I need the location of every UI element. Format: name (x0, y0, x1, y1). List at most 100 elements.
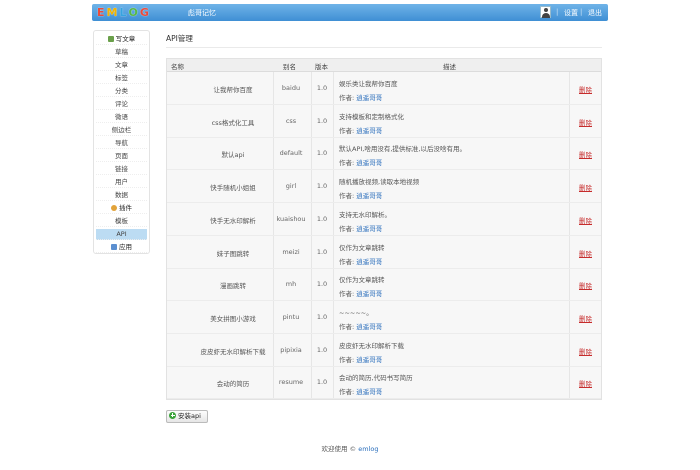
delete-link[interactable]: 删除 (579, 149, 592, 159)
author-link[interactable]: 逍遥哥哥 (356, 192, 382, 200)
sidebar-item-drafts[interactable]: 草稿 (96, 47, 147, 58)
api-name: 美女拼图小游戏 (210, 314, 256, 323)
api-alias: meizi (282, 247, 300, 256)
install-api-button[interactable]: 安装api (166, 410, 208, 423)
sidebar-item-data[interactable]: 数据 (96, 190, 147, 201)
footer-text: 欢迎使用 © (321, 445, 357, 453)
sidebar-item-label: 写文章 (115, 35, 136, 43)
table-row: 让我帮你百度 baidu 1.0 娱乐类让我帮你百度 作者: 逍遥哥哥 删除 (167, 72, 601, 105)
api-author: 作者: 逍遥哥哥 (339, 157, 382, 167)
api-author: 作者: 逍遥哥哥 (339, 256, 382, 266)
api-version: 1.0 (316, 116, 328, 125)
api-description: 仅作为文章跳转 (339, 243, 385, 252)
api-version: 1.0 (316, 345, 328, 354)
api-description: ~~~~~。 (339, 308, 373, 317)
api-version: 1.0 (316, 84, 328, 92)
author-link[interactable]: 逍遥哥哥 (356, 356, 382, 364)
delete-link[interactable]: 删除 (579, 280, 592, 290)
api-table: 名称 别名 版本 描述 让我帮你百度 baidu 1.0 娱乐类让我帮你百度 作者: 逍… (166, 58, 602, 400)
sidebar-item-templates[interactable]: 模板 (96, 216, 147, 227)
sidebar-item-label: 链接 (115, 165, 128, 173)
sidebar-item-label: 评论 (115, 100, 128, 108)
api-version: 1.0 (316, 378, 328, 387)
table-row: 漫画跳转 mh 1.0 仅作为文章跳转 作者: 逍遥哥哥 删除 (167, 268, 601, 302)
api-name: 妹子图跳转 (216, 249, 250, 258)
api-alias: mh (285, 280, 297, 289)
delete-link[interactable]: 删除 (579, 313, 592, 323)
sidebar-item-microposts[interactable]: 微语 (96, 112, 147, 123)
api-author: 作者: 逍遥哥哥 (339, 288, 382, 298)
settings-link[interactable]: 设置 (564, 8, 578, 18)
api-description: 支持无水印解析。 (339, 210, 391, 219)
author-link[interactable]: 逍遥哥哥 (356, 388, 382, 396)
author-link[interactable]: 逍遥哥哥 (356, 323, 382, 331)
delete-link[interactable]: 删除 (579, 215, 592, 225)
sidebar-item-label: 数据 (115, 191, 128, 199)
api-description: 娱乐类让我帮你百度 (339, 80, 398, 88)
sidebar-item-navigation[interactable]: 导航 (96, 138, 147, 149)
api-author: 作者: 逍遥哥哥 (339, 354, 382, 364)
api-version: 1.0 (316, 247, 328, 256)
author-link[interactable]: 逍遥哥哥 (356, 290, 382, 298)
api-description: 默认API,啥用没有,提供标准,以后没啥有用。 (339, 145, 466, 154)
delete-link[interactable]: 删除 (579, 346, 592, 356)
api-author: 作者: 逍遥哥哥 (339, 125, 382, 135)
logout-link[interactable]: 退出 (588, 8, 602, 18)
sidebar-item-plugins[interactable]: 插件 (96, 203, 147, 214)
author-link[interactable]: 逍遥哥哥 (356, 225, 382, 233)
emlog-logo[interactable]: E M L O G (97, 6, 151, 19)
api-alias: default (279, 149, 303, 158)
sidebar-item-comments[interactable]: 评论 (96, 99, 147, 110)
sidebar-item-tags[interactable]: 标签 (96, 73, 147, 84)
sidebar-item-posts[interactable]: 文章 (96, 60, 147, 71)
api-alias: kuaishou (276, 214, 306, 223)
delete-link[interactable]: 删除 (579, 84, 592, 94)
api-name: 默认api (221, 151, 245, 160)
api-alias: css (285, 116, 297, 125)
api-author: 作者: 逍遥哥哥 (339, 321, 382, 331)
api-version: 1.0 (316, 280, 328, 289)
delete-link[interactable]: 删除 (579, 182, 592, 192)
column-header-name: 名称 (171, 63, 184, 71)
logo-letter: G (139, 6, 150, 19)
delete-link[interactable]: 删除 (579, 248, 592, 258)
author-prefix: 作者: (339, 159, 355, 168)
page-title: API管理 (166, 34, 193, 43)
delete-link[interactable]: 删除 (579, 117, 592, 127)
table-row: 美女拼图小游戏 pintu 1.0 ~~~~~。 作者: 逍遥哥哥 删除 (167, 301, 601, 334)
title-divider (166, 47, 602, 48)
api-author: 作者: 逍遥哥哥 (339, 190, 382, 200)
sidebar-item-write-post[interactable]: 写文章 (96, 34, 147, 45)
sidebar-item-apps[interactable]: 应用 (96, 242, 147, 253)
author-prefix: 作者: (339, 192, 355, 201)
sidebar-item-label: API (116, 230, 127, 238)
site-title-link[interactable]: 彪哥记忆 (188, 8, 216, 18)
api-author: 作者: 逍遥哥哥 (339, 92, 382, 102)
sidebar-menu: 写文章 草稿 文章 标签 分类 评论 微语 侧边栏 导航 页面 链接 用户 数据… (93, 30, 150, 254)
author-link[interactable]: 逍遥哥哥 (356, 159, 382, 167)
sidebar-item-label: 应用 (119, 243, 132, 251)
author-link[interactable]: 逍遥哥哥 (356, 127, 382, 135)
delete-link[interactable]: 删除 (579, 378, 592, 388)
author-prefix: 作者: (339, 224, 355, 233)
author-prefix: 作者: (339, 322, 355, 331)
api-name: 快手无水印解析 (210, 216, 256, 225)
sidebar-item-links[interactable]: 链接 (96, 164, 147, 175)
plugin-icon (111, 205, 117, 211)
author-link[interactable]: 逍遥哥哥 (356, 94, 382, 102)
column-header-description: 描述 (443, 63, 456, 71)
sidebar-item-widgets[interactable]: 侧边栏 (96, 125, 147, 136)
sidebar-item-api[interactable]: API (96, 229, 147, 240)
author-prefix: 作者: (339, 126, 355, 135)
emlog-footer-link[interactable]: emlog (358, 445, 378, 453)
sidebar-item-label: 文章 (115, 61, 128, 69)
author-link[interactable]: 逍遥哥哥 (356, 258, 382, 266)
user-avatar-icon[interactable] (540, 6, 551, 18)
sidebar-item-users[interactable]: 用户 (96, 177, 147, 188)
sidebar-item-pages[interactable]: 页面 (96, 151, 147, 162)
api-name: 快手随机小姐姐 (210, 184, 256, 193)
sidebar-item-categories[interactable]: 分类 (96, 86, 147, 97)
sidebar-item-label: 侧边栏 (111, 126, 132, 134)
column-header-alias: 别名 (283, 63, 296, 71)
api-author: 作者: 逍遥哥哥 (339, 223, 382, 233)
